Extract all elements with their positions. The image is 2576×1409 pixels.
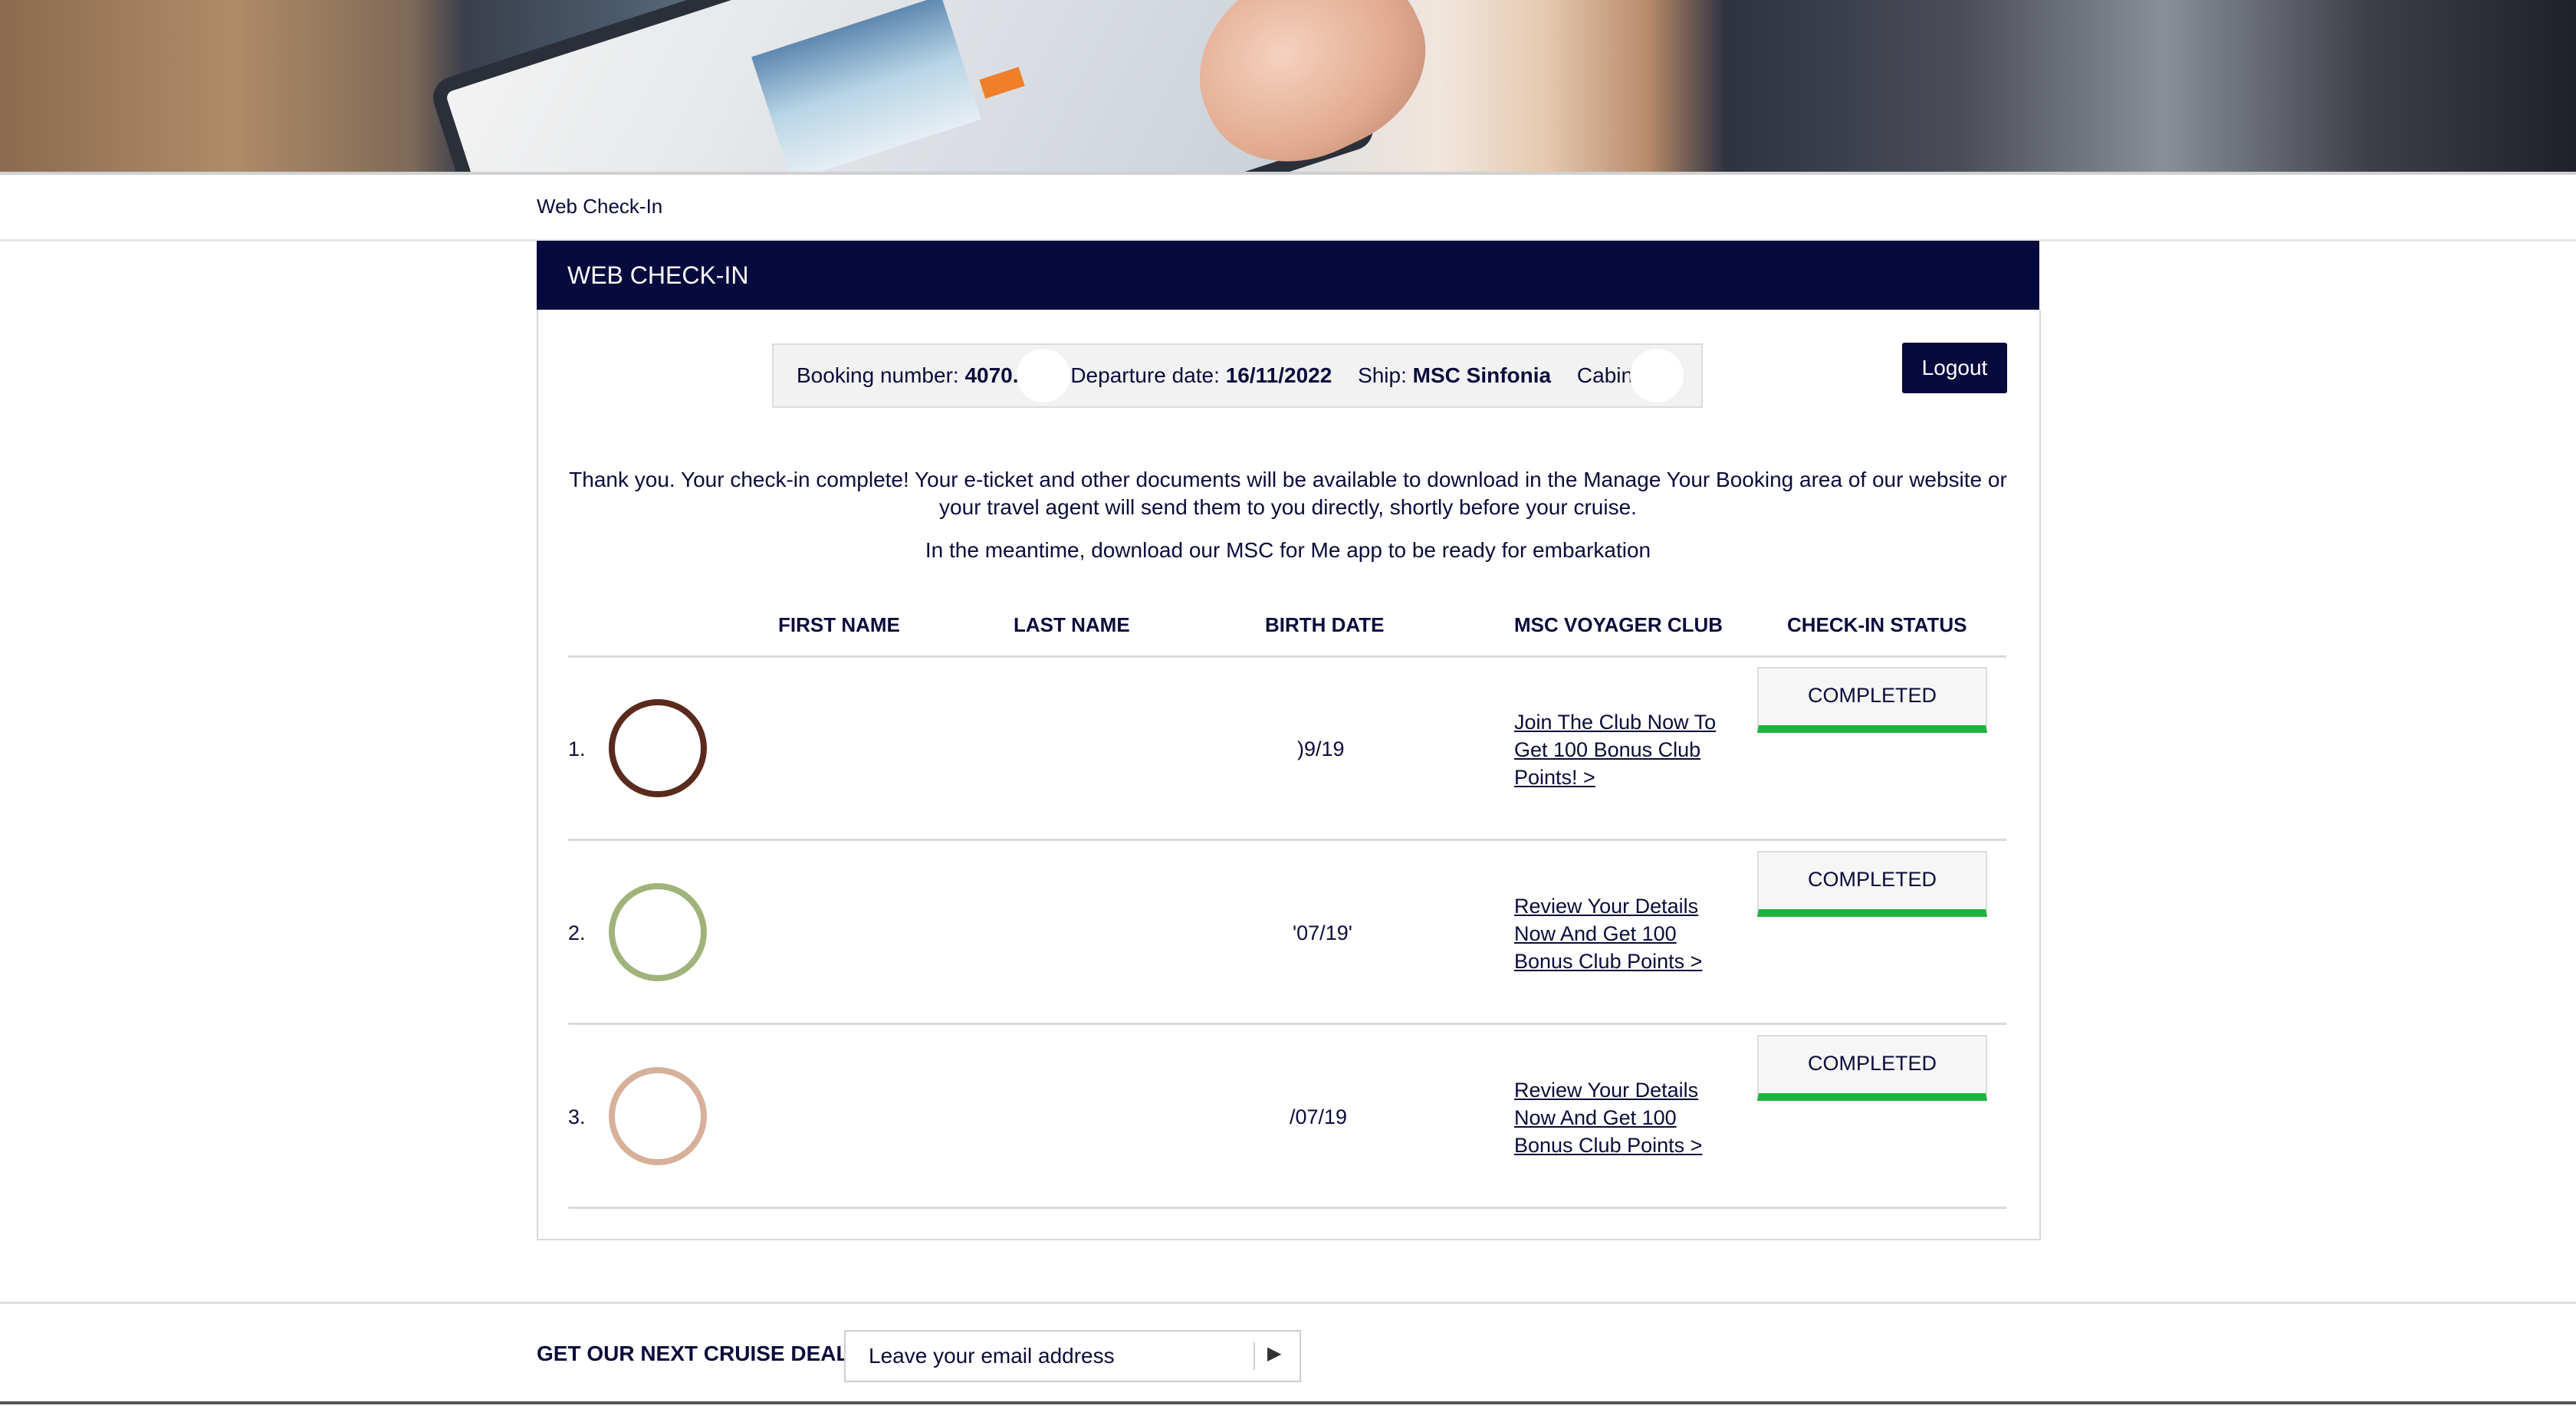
status-badge: COMPLETED xyxy=(1757,667,1987,733)
review-details-link[interactable]: Review Your Details Now And Get 100 Bonu… xyxy=(1514,892,1729,975)
hero-banner xyxy=(0,0,2576,175)
redacted-booking-mask xyxy=(1017,349,1070,402)
header-birth-date: BIRTH DATE xyxy=(1265,613,1385,636)
status-badge: COMPLETED xyxy=(1757,851,1987,917)
app-promo-message: In the meantime, download our MSC for Me… xyxy=(925,538,1651,562)
breadcrumb[interactable]: Web Check-In xyxy=(537,195,662,218)
header-last-name: LAST NAME xyxy=(1014,613,1130,636)
redacted-cabin-mask xyxy=(1630,349,1684,402)
newsletter-form: ▶ xyxy=(844,1330,1301,1382)
booking-number-label: Booking number: xyxy=(797,363,959,387)
row-divider xyxy=(568,1023,2006,1025)
booking-number-value: 4070. xyxy=(964,363,1019,387)
header-first-name: FIRST NAME xyxy=(778,613,900,636)
ship-label: Ship: xyxy=(1358,363,1407,387)
card-header: WEB CHECK-IN xyxy=(537,241,2039,310)
join-club-link[interactable]: Join The Club Now To Get 100 Bonus Club … xyxy=(1514,708,1729,791)
departure-date-value: 16/11/2022 xyxy=(1225,363,1332,387)
header-voyager-club: MSC VOYAGER CLUB xyxy=(1514,613,1723,636)
header-checkin-status: CHECK-IN STATUS xyxy=(1787,613,1967,636)
departure-date-label: Departure date: xyxy=(1070,363,1220,387)
card-title: WEB CHECK-IN xyxy=(567,261,749,289)
email-input[interactable] xyxy=(846,1332,1244,1381)
submit-arrow-icon[interactable]: ▶ xyxy=(1267,1342,1281,1365)
row-number: 3. xyxy=(568,1105,586,1128)
row-divider xyxy=(568,839,2006,841)
hero-divider xyxy=(0,172,2576,175)
footer-divider xyxy=(0,1302,2576,1304)
ship-value: MSC Sinfonia xyxy=(1412,363,1552,387)
cruise-deals-label: GET OUR NEXT CRUISE DEALS xyxy=(537,1342,864,1365)
row-divider xyxy=(568,1207,2006,1209)
table-header-divider xyxy=(568,655,2006,658)
page-bottom-border xyxy=(0,1401,2576,1404)
review-details-link[interactable]: Review Your Details Now And Get 100 Bonu… xyxy=(1514,1076,1729,1159)
avatar xyxy=(609,883,707,981)
status-badge: COMPLETED xyxy=(1757,1035,1987,1101)
confirmation-message: Thank you. Your check-in complete! Your … xyxy=(569,468,2007,491)
booking-info-box: Booking number: 4070. Departure date: 16… xyxy=(772,343,1703,408)
avatar xyxy=(609,1067,707,1165)
row-number: 2. xyxy=(568,921,586,944)
birth-date: )9/19 xyxy=(1297,737,1345,760)
confirmation-message-line2: your travel agent will send them to you … xyxy=(939,495,1637,519)
birth-date: /07/19 xyxy=(1290,1105,1348,1128)
logout-button[interactable]: Logout xyxy=(1902,343,2007,393)
email-separator xyxy=(1254,1342,1255,1370)
birth-date: '07/19' xyxy=(1293,921,1352,944)
row-number: 1. xyxy=(568,737,586,760)
avatar xyxy=(609,699,707,797)
